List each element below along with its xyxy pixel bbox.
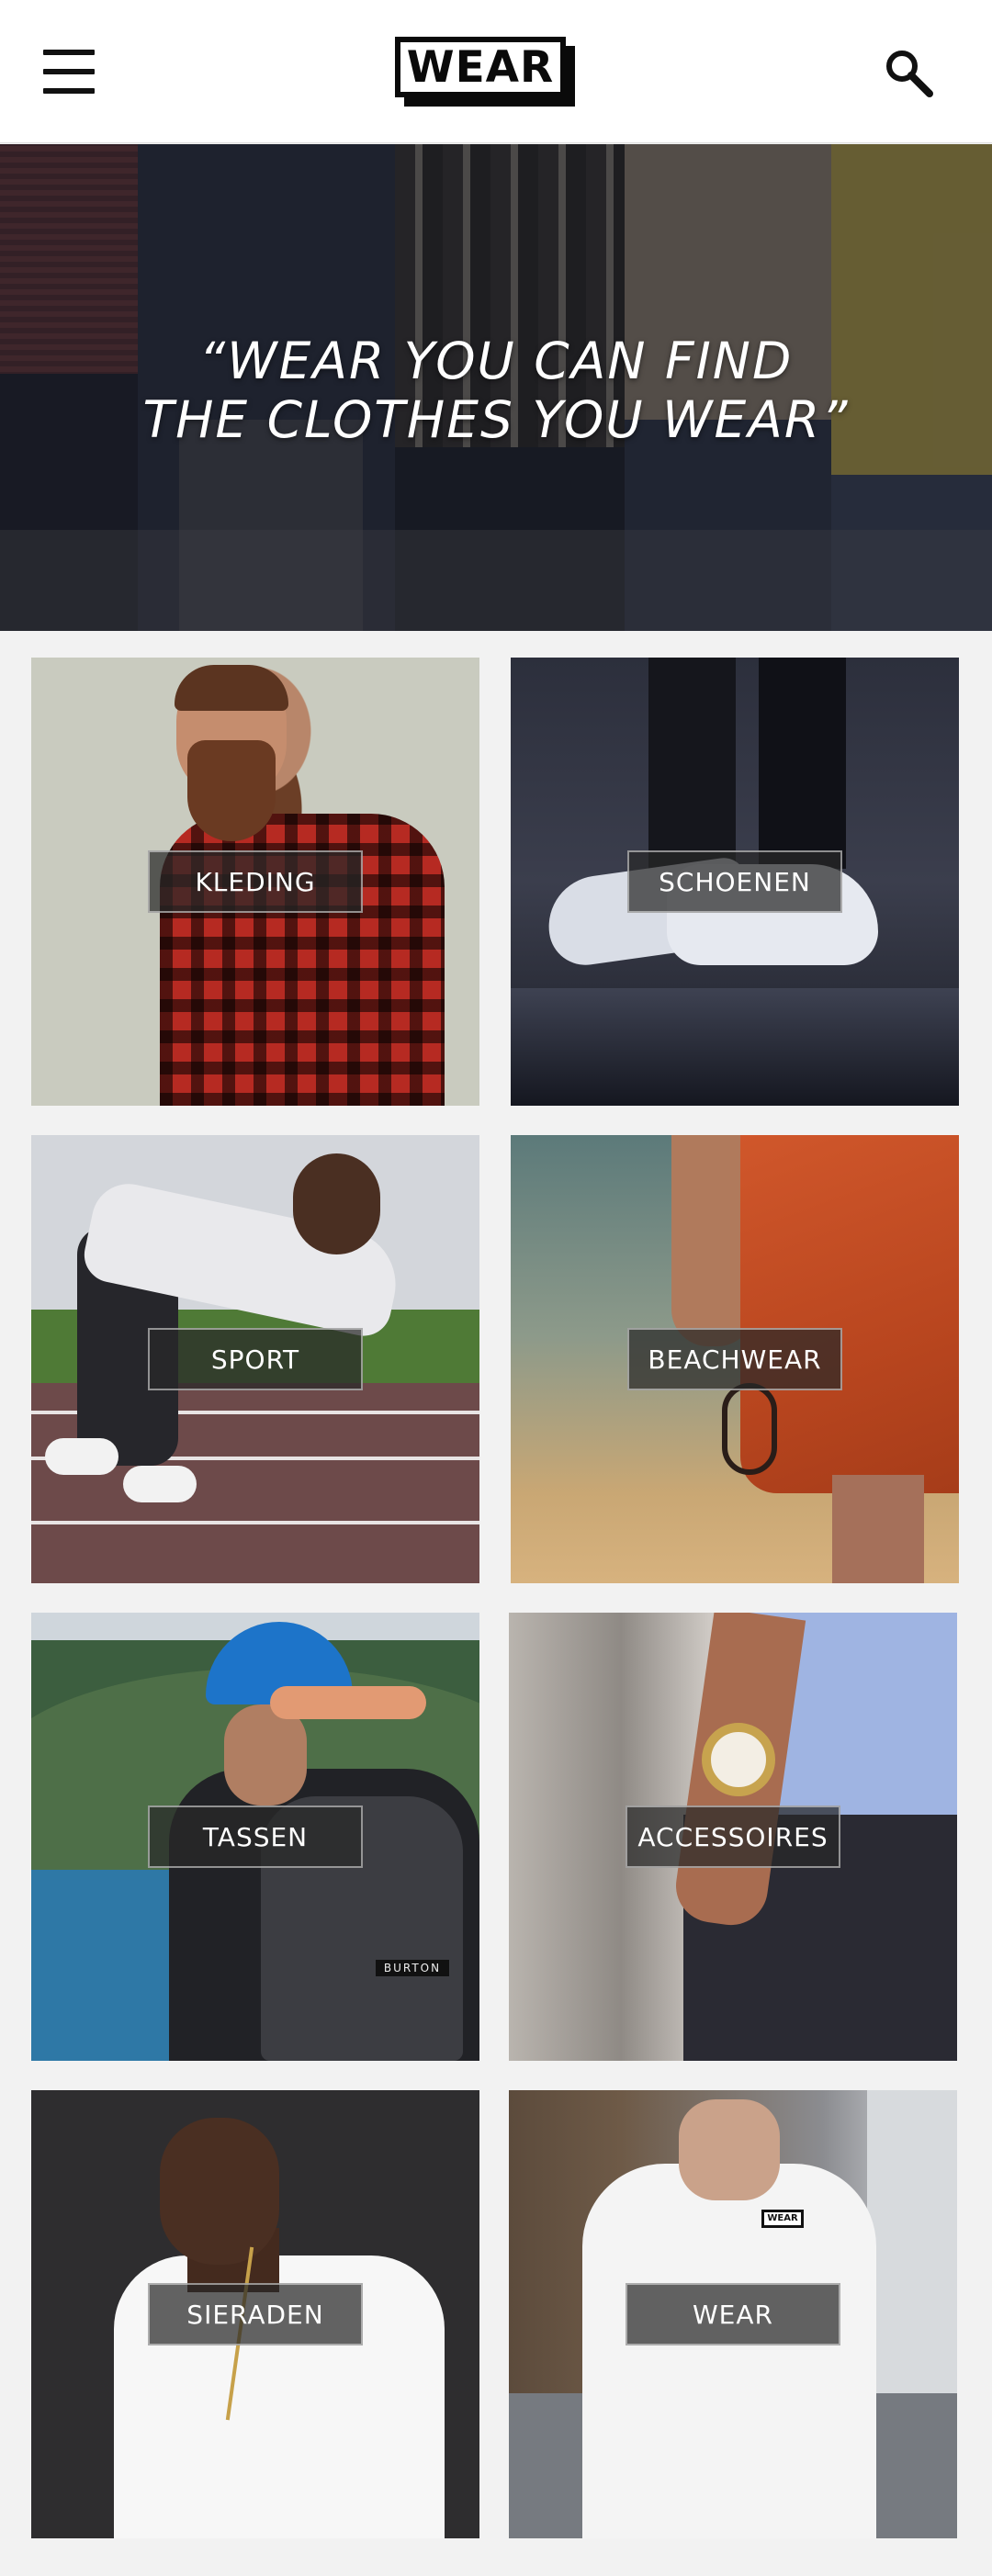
category-tile-sieraden[interactable]: SIERADEN xyxy=(31,2090,479,2538)
category-label: SPORT xyxy=(148,1328,363,1390)
shirt-logo-text: WEAR xyxy=(761,2210,804,2228)
category-label: BEACHWEAR xyxy=(627,1328,842,1390)
backpack-brand-text: BURTON xyxy=(376,1960,449,1976)
top-navigation-bar: WEAR xyxy=(0,0,992,143)
menu-bar-line xyxy=(43,88,95,94)
category-tile-sport[interactable]: SPORT xyxy=(31,1135,479,1583)
category-tile-tassen[interactable]: BURTON TASSEN xyxy=(31,1613,479,2061)
menu-bar-line xyxy=(43,69,95,74)
category-tile-schoenen[interactable]: SCHOENEN xyxy=(511,658,959,1106)
hero-banner: “WEAR YOU CAN FIND THE CLOTHES YOU WEAR” xyxy=(0,144,992,631)
category-tile-kleding[interactable]: KLEDING xyxy=(31,658,479,1106)
hamburger-menu-icon[interactable] xyxy=(40,46,97,97)
category-label: SCHOENEN xyxy=(627,850,842,913)
category-label: WEAR xyxy=(626,2283,840,2345)
category-label: SIERADEN xyxy=(148,2283,363,2345)
search-icon[interactable] xyxy=(884,48,935,99)
logo-text: WEAR xyxy=(395,37,566,97)
category-label: KLEDING xyxy=(148,850,363,913)
category-tile-wear[interactable]: WEAR WEAR xyxy=(509,2090,957,2538)
hero-quote-line: “WEAR YOU CAN FIND xyxy=(198,332,794,390)
menu-bar-line xyxy=(43,50,95,55)
wear-logo[interactable]: WEAR xyxy=(395,37,579,108)
category-label: ACCESSOIRES xyxy=(626,1805,840,1868)
category-tile-accessoires[interactable]: ACCESSOIRES xyxy=(509,1613,957,2061)
hero-quote-line: THE CLOTHES YOU WEAR” xyxy=(142,390,850,449)
category-tile-beachwear[interactable]: BEACHWEAR xyxy=(511,1135,959,1583)
hero-quote: “WEAR YOU CAN FIND THE CLOTHES YOU WEAR” xyxy=(0,332,992,449)
category-label: TASSEN xyxy=(148,1805,363,1868)
